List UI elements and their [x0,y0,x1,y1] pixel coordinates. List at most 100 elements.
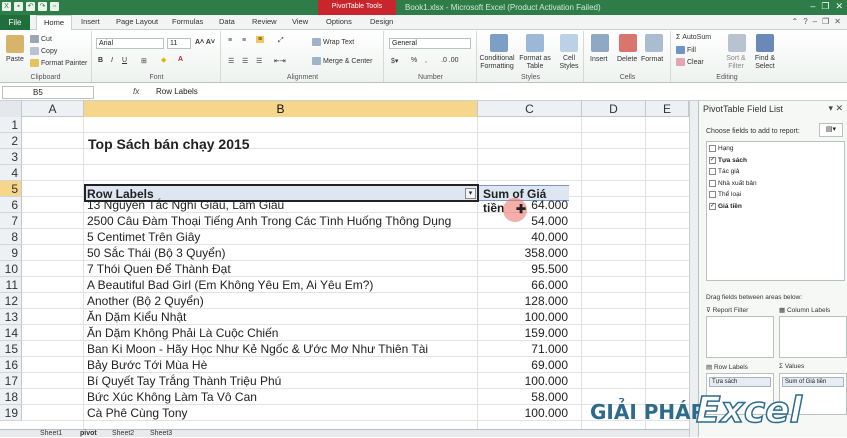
clear-button[interactable]: Clear [676,58,704,66]
row-header[interactable]: 1 [0,117,22,133]
worksheet-grid[interactable]: A B C D E 1 2 3 4 5 6 7 8 9 10 11 12 13 14 15 16 17 18 19 … [0,101,689,437]
book-title-cell[interactable]: Ban Ki Moon - Hãy Học Như Kẻ Ngốc & Ước … [87,341,428,357]
conditional-formatting-icon[interactable] [490,34,508,52]
minimize-icon[interactable]: – [810,1,815,12]
font-color-icon[interactable]: A [178,56,183,63]
field-item[interactable]: Tác giả [709,168,739,175]
row-header[interactable]: 5 [0,181,22,197]
tab-insert[interactable]: Insert [81,17,100,26]
field-item[interactable]: ✓ Giá tiền [709,202,742,210]
format-as-table-button[interactable]: Format as Table [518,55,552,71]
book-title-cell[interactable]: 13 Nguyên Tắc Nghĩ Giàu, Làm Giàu [87,197,284,213]
column-header-b[interactable]: B [84,101,478,117]
book-title-cell[interactable]: 2500 Câu Đàm Thoại Tiếng Anh Trong Các T… [87,213,451,229]
price-cell[interactable]: 40.000 [478,229,568,245]
format-cells-icon[interactable] [645,34,663,52]
insert-cells-icon[interactable] [591,34,609,52]
book-title-cell[interactable]: 5 Centimet Trên Giây [87,229,200,245]
checkbox-icon[interactable] [709,168,716,175]
sort-filter-icon[interactable] [728,34,746,52]
sort-filter-button[interactable]: Sort & Filter [722,55,750,71]
merge-center-button[interactable]: Merge & Center [312,57,372,65]
name-box[interactable]: B5 [2,86,94,99]
price-cell[interactable]: 128.000 [478,293,568,309]
row-header[interactable]: 15 [0,341,22,357]
conditional-formatting-button[interactable]: Conditional Formatting [478,55,516,71]
grow-font-icon[interactable]: A˄ A˅ [195,39,215,46]
price-cell[interactable]: 95.500 [478,261,568,277]
align-top-icon[interactable]: ≡ [228,37,232,44]
row-field-item[interactable]: Tựa sách [709,377,771,387]
format-painter-button[interactable]: Format Painter [30,59,87,67]
wrap-text-button[interactable]: Wrap Text [312,38,354,46]
book-title-cell[interactable]: Bí Quyết Tay Trắng Thành Triệu Phú [87,373,281,389]
comma-icon[interactable]: , [425,57,427,64]
field-item[interactable]: Nhà xuất bản [709,179,757,187]
column-header-c[interactable]: C [478,101,582,117]
delete-cells-icon[interactable] [619,34,637,52]
book-title-cell[interactable]: Bức Xúc Không Làm Ta Vô Can [87,389,257,405]
indent-icon[interactable]: ⇤⇥ [274,57,286,65]
tab-formulas[interactable]: Formulas [172,17,203,26]
row-header[interactable]: 11 [0,277,22,293]
excel-icon[interactable]: X [2,2,11,11]
tab-file[interactable]: File [0,15,30,30]
field-item[interactable]: Thể loại [709,191,741,198]
price-cell[interactable]: 100.000 [478,309,568,325]
book-title-cell[interactable]: A Beautiful Bad Girl (Em Không Yêu Em, A… [87,277,373,293]
percent-icon[interactable]: % [411,57,417,64]
price-cell[interactable]: 69.000 [478,357,568,373]
price-cell[interactable]: 66.000 [478,277,568,293]
doc-restore-icon[interactable]: ❐ [822,17,829,26]
cell-styles-button[interactable]: Cell Styles [554,55,584,71]
bold-icon[interactable]: B [98,57,103,64]
fx-icon[interactable]: fx [133,87,139,96]
price-cell[interactable]: 58.000 [478,389,568,405]
price-cell[interactable]: 100.000 [478,373,568,389]
align-left-icon[interactable]: ☰ [228,57,234,65]
find-select-button[interactable]: Find & Select [750,55,780,71]
fill-color-icon[interactable]: ◆ [161,56,166,64]
fill-button[interactable]: Fill [676,46,696,54]
font-size-combo[interactable]: 11 [167,38,191,49]
column-header-d[interactable]: D [582,101,646,117]
column-header-a[interactable]: A [22,101,84,117]
row-header[interactable]: 2 [0,133,22,149]
tab-view[interactable]: View [292,17,308,26]
format-cells-button[interactable]: Format [641,56,663,63]
book-title-cell[interactable]: Ăn Dặm Kiểu Nhật [87,309,186,325]
autosum-button[interactable]: Σ AutoSum [676,34,711,41]
checkbox-checked-icon[interactable]: ✓ [709,202,716,210]
report-title[interactable]: Top Sách bán chạy 2015 [88,136,250,152]
column-labels-zone[interactable] [779,316,847,358]
checkbox-checked-icon[interactable]: ✓ [709,156,716,164]
currency-icon[interactable]: $▾ [391,57,398,65]
price-cell[interactable]: 100.000 [478,405,568,421]
book-title-cell[interactable]: Cà Phê Cùng Tony [87,405,188,421]
tab-design[interactable]: Design [370,17,393,26]
number-format-combo[interactable]: General [389,38,471,49]
cell-styles-icon[interactable] [560,34,578,52]
price-cell[interactable]: 159.000 [478,325,568,341]
copy-button[interactable]: Copy [30,47,57,55]
tab-data[interactable]: Data [219,17,235,26]
book-title-cell[interactable]: 7 Thói Quen Để Thành Đạt [87,261,231,277]
checkbox-icon[interactable] [709,145,716,152]
formula-input[interactable]: Row Labels [156,87,198,96]
align-center-icon[interactable]: ☰ [242,57,248,65]
redo-icon[interactable]: ↷ [38,2,47,11]
price-cell[interactable]: 358.000 [478,245,568,261]
row-header[interactable]: 6 [0,197,22,213]
row-header[interactable]: 7 [0,213,22,229]
row-header[interactable]: 3 [0,149,22,165]
doc-close-icon[interactable]: ✕ [834,17,841,26]
row-header[interactable]: 14 [0,325,22,341]
checkbox-icon[interactable] [709,191,716,198]
print-preview-icon[interactable]: ▫ [50,2,59,11]
doc-minimize-icon[interactable]: – [813,17,817,26]
cut-button[interactable]: Cut [30,35,52,43]
align-right-icon[interactable]: ☰ [256,57,262,65]
row-header[interactable]: 10 [0,261,22,277]
price-cell[interactable]: 71.000 [478,341,568,357]
row-header[interactable]: 16 [0,357,22,373]
